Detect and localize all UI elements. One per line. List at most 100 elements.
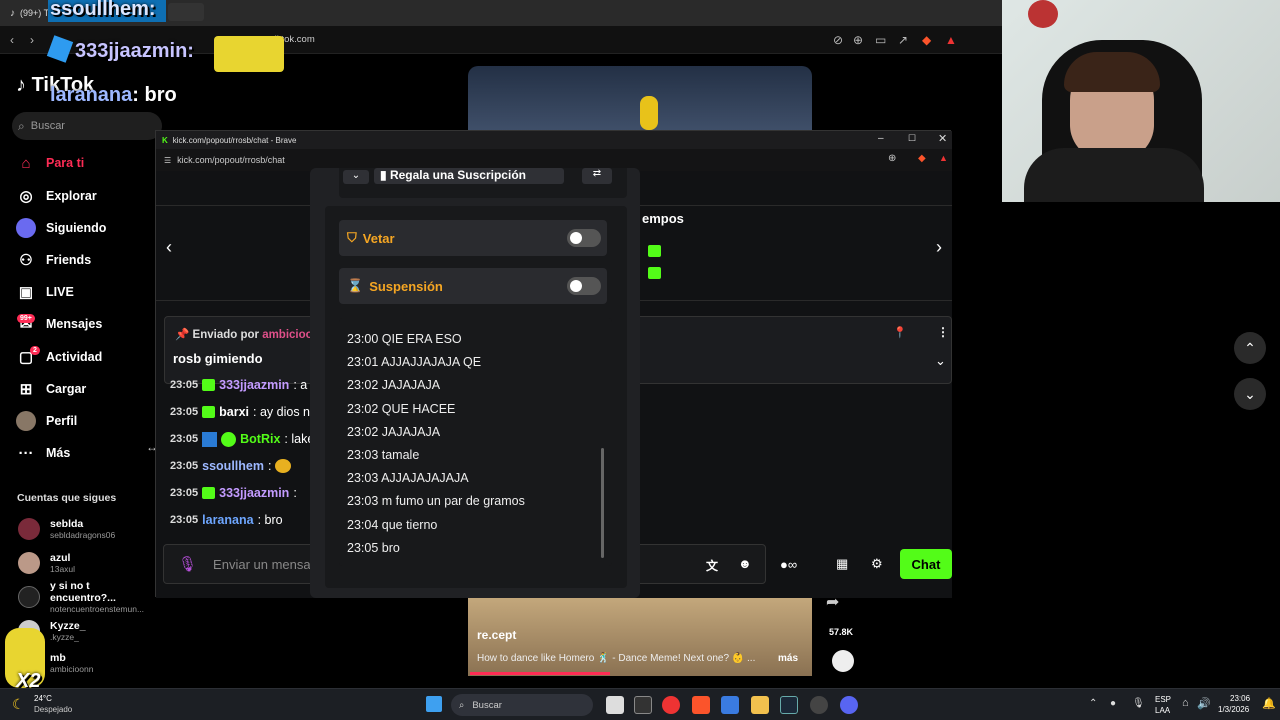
zoom-icon[interactable]: ⊕ [853,33,863,47]
minimize-icon[interactable]: – [878,133,884,144]
history-scrollbar[interactable] [601,448,604,558]
taskbar-search[interactable]: ⌕ Buscar [451,694,593,716]
brave-shield-icon[interactable]: ◆ [918,153,926,164]
store-icon[interactable] [721,696,739,714]
nav-friends[interactable]: ⚇ Friends [16,248,156,272]
zoom-icon[interactable]: ⊕ [888,153,896,164]
gear-icon[interactable]: ⚙ [871,556,883,572]
chevron-left-icon[interactable]: ‹ [166,237,172,258]
language-code[interactable]: ESP [1155,695,1171,704]
tiktok-search-input[interactable]: ⌕ Buscar [12,112,162,140]
nav-live[interactable]: ▣ LIVE [16,280,156,304]
brave-rewards-icon[interactable]: ▲ [945,33,957,47]
ban-toggle-row[interactable]: ⛉ Vetar [339,220,607,256]
chrome-icon[interactable] [662,696,680,714]
chat-text: : ay dios n [253,405,311,419]
nav-label: Más [46,446,71,460]
timeout-toggle-row[interactable]: ⌛ Suspensión [339,268,607,304]
chat-username[interactable]: 333jjaazmin [219,378,289,392]
task-view-icon[interactable] [606,696,624,714]
site-settings-icon[interactable]: ☰ [164,156,171,165]
chat-message[interactable]: 23:05 ssoullhem: [170,456,292,476]
nav-label: Explorar [46,189,97,203]
cast-icon[interactable]: ▭ [875,33,886,47]
clock-time[interactable]: 23:06 [1230,694,1250,703]
app-icon[interactable] [810,696,828,714]
discord-icon[interactable] [840,696,858,714]
nav-siguiendo[interactable]: Siguiendo [16,216,156,240]
discord-tray-icon[interactable]: ● [1110,698,1116,709]
points-icon[interactable]: ●∞ [780,557,797,572]
brave-shield-icon[interactable]: ◆ [922,33,931,47]
chat-text: : bro [257,513,283,527]
chat-username[interactable]: 333jjaazmin [219,486,289,500]
forward-icon[interactable]: › [30,33,34,47]
nav-mas[interactable]: ··· Más [16,441,156,465]
prev-video-button[interactable]: ⌃ [1234,332,1266,364]
chat-message[interactable]: 23:05 333jjaazmin: [170,483,297,503]
chat-username[interactable]: BotRix [240,432,280,446]
chevron-up-icon: ⌃ [1244,339,1256,356]
tiktok-favicon-icon: ♪ [10,7,15,19]
translate-icon[interactable]: 文 [706,557,718,574]
maximize-icon[interactable]: ☐ [908,133,916,144]
back-icon[interactable]: ‹ [10,33,14,47]
pin-icon[interactable]: 📍 [893,326,907,339]
chevron-down-icon[interactable]: ⌄ [935,353,946,369]
chat-username[interactable]: ssoullhem [202,459,264,473]
chevron-down-icon[interactable]: ⌄ [343,170,369,184]
subscriber-badge-icon [202,406,216,418]
emoji-icon[interactable]: ☻ [738,556,752,571]
chevron-right-icon[interactable]: › [936,237,942,258]
timeout-toggle[interactable] [567,277,601,295]
user-message-history[interactable]: 23:00 QIE ERA ESO 23:01 AJJAJJAJAJA QE 2… [339,318,612,566]
nav-perfil[interactable]: Perfil [16,409,156,433]
steam-icon[interactable] [780,696,798,714]
store-icon[interactable]: ▦ [836,556,848,572]
popup-title-bar: K kick.com/popout/rrosb/chat - Brave – ☐… [156,131,952,149]
popup-url[interactable]: kick.com/popout/rrosb/chat [177,155,285,165]
windows-start-icon[interactable] [426,696,442,712]
following-account[interactable]: y si no t encuentro?... notencuentroenste… [18,580,158,614]
nav-label: Para ti [46,156,85,170]
verified-badge-icon [221,431,237,447]
close-icon[interactable]: ✕ [938,132,947,145]
ban-toggle[interactable] [567,229,601,247]
network-icon[interactable]: ⌂ [1182,697,1189,709]
volume-icon[interactable]: 🔊 [1197,697,1211,710]
tray-chevron-icon[interactable]: ⌃ [1089,698,1097,709]
microphone-icon[interactable]: 🎙 [1132,698,1145,709]
overlay-username: 333jjaazmin: [75,40,194,62]
nav-cargar[interactable]: ⊞ Cargar [16,377,156,401]
share-icon[interactable]: ↗ [898,33,908,47]
chat-message[interactable]: 23:05 333jjaazmin: a [170,375,307,395]
weather-temp[interactable]: 24°C [34,694,52,703]
chat-message[interactable]: 23:05 barxi: ay dios n [170,402,310,422]
video-more-link[interactable]: más [778,653,798,664]
following-account[interactable]: azul 13axul [18,548,158,578]
microphone-icon[interactable]: 🎙 [178,555,197,573]
video-username[interactable]: re.cept [477,628,516,642]
chat-message[interactable]: 23:05 laranana: bro [170,510,283,530]
extra-button[interactable]: ⇄ [582,168,612,184]
gift-subscription-button[interactable]: ▮ Regala una Suscripción [374,168,564,184]
kebab-menu-icon[interactable]: ⋮ [937,325,949,339]
search-icon: ⌕ [459,699,465,711]
nav-mensajes[interactable]: ✉ Mensajes [16,312,156,336]
send-chat-button[interactable]: Chat [900,549,952,579]
chat-message[interactable]: 23:05 BotRix: lake [170,429,314,449]
brave-rewards-icon[interactable]: ▲ [939,153,948,163]
chat-username[interactable]: laranana [202,513,253,527]
next-video-button[interactable]: ⌄ [1234,378,1266,410]
epic-games-icon[interactable] [634,696,652,714]
notification-icon[interactable]: 🔔 [1262,697,1276,710]
sound-avatar[interactable] [832,650,854,672]
file-explorer-icon[interactable] [751,696,769,714]
video-progress[interactable] [470,672,610,675]
chat-username[interactable]: barxi [219,405,249,419]
translate-icon[interactable]: ⊘ [833,33,843,47]
nav-para-ti[interactable]: ⌂ Para ti [16,151,156,175]
following-account[interactable]: seblda sebldadragons06 [18,514,158,544]
brave-icon[interactable] [692,696,710,714]
nav-explorar[interactable]: ◎ Explorar [16,184,156,208]
